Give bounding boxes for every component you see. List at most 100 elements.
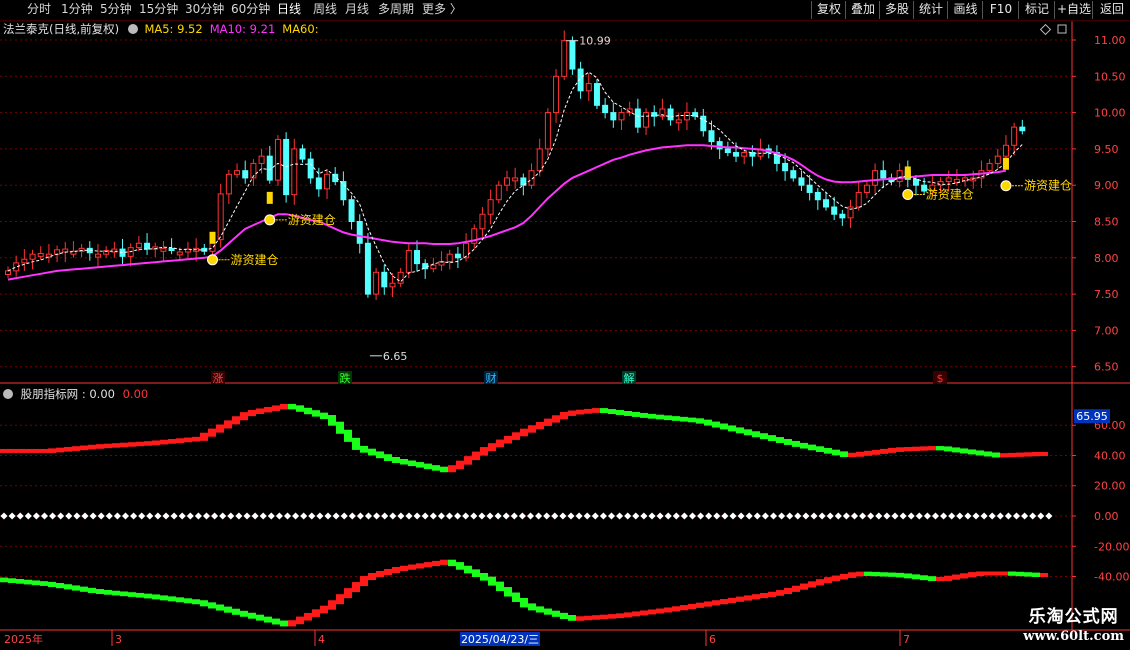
indicator-settings-icon[interactable] [3,389,13,399]
indicator-lower-ribbon [688,603,696,610]
money-bag-icon [1000,180,1012,192]
candle-body [610,112,617,121]
indicator-value-2: 0.00 [122,387,149,401]
zero-diamond [518,512,526,520]
zero-diamond [988,512,996,520]
indicator-upper-ribbon [416,462,424,468]
indicator-upper-ribbon [256,408,264,414]
indicator-upper-ribbon [760,433,768,440]
zero-diamond [883,512,891,520]
zero-diamond [632,512,640,520]
candle-body [5,270,11,275]
candle-body [274,138,281,181]
indicator-lower-ribbon [744,595,752,601]
indicator-lower-ribbon [696,602,704,608]
candle-body [479,213,486,230]
price-label-7: 7.50 [1094,288,1119,301]
indicator-upper-ribbon [832,449,840,456]
price-label-1: 10.50 [1094,70,1126,83]
date-m6: 6 [709,633,716,646]
money-bag-icon [207,254,218,266]
zero-diamond [437,512,445,520]
indicator-lower-ribbon [672,606,680,612]
indicator-lower-ribbon [880,572,888,577]
indicator-upper-ribbon [192,436,200,442]
indicator-lower-ribbon [376,570,384,578]
indicator-upper-ribbon [136,441,144,447]
indicator-upper-ribbon [632,411,640,417]
zero-diamond [535,512,543,520]
candle-body [733,152,740,157]
zero-diamond [624,512,632,520]
zero-diamond [948,512,956,520]
zero-diamond [300,512,308,520]
indicator-lower-ribbon [808,581,816,588]
zero-diamond [826,512,834,520]
indicator-lower-ribbon [336,594,344,605]
indicator-lower-ribbon [864,571,872,576]
indicator-lower-ribbon [416,563,424,569]
indicator-upper-ribbon [24,448,32,453]
signal-label-3: 游资建仓 [1024,179,1072,193]
zero-diamond [105,512,113,520]
indicator-upper-ribbon [80,445,88,451]
zero-diamond [778,512,786,520]
indicator-lower-ribbon [392,566,400,573]
zero-diamond [648,512,656,520]
candle-body [790,170,797,179]
indicator-lower-ribbon [1024,572,1032,577]
indicator-upper-ribbon [504,435,512,444]
indicator-lower-ribbon [264,616,272,623]
zero-diamond [397,512,405,520]
zero-diamond [559,512,567,520]
indicator-upper-ribbon [384,454,392,461]
zero-diamond [97,512,105,520]
indicator-lower-ribbon [704,601,712,607]
candle-body [986,162,993,172]
watermark: 乐淘公式网 www.60lt.com [1023,608,1124,646]
indicator-lower-ribbon [144,593,152,599]
zero-diamond [713,512,721,520]
zero-diamond [57,512,65,520]
candle-body [495,184,502,201]
indicator-upper-ribbon [368,448,376,456]
indicator-upper-ribbon [448,465,456,473]
indicator-upper-ribbon [808,444,816,451]
zero-diamond [656,512,664,520]
candle-body [953,178,960,183]
zero-diamond [607,512,616,520]
zero-diamond [8,512,16,520]
indicator-lower-ribbon [96,589,104,595]
indicator-lower-ribbon [832,575,840,582]
zero-diamond [616,512,624,520]
zero-diamond [1012,512,1021,520]
candle-body [234,170,241,175]
indicator-upper-ribbon [64,446,72,452]
candle-body [225,173,232,195]
indicator-lower-ribbon [288,620,296,627]
indicator-lower-ribbon [16,578,24,584]
indicator-upper-ribbon [944,446,952,452]
candle-body [675,119,682,124]
indicator-lower-ribbon [640,610,648,616]
indicator-upper-ribbon [640,412,648,418]
indicator-upper-ribbon [496,439,504,448]
indicator-lower-ribbon [928,576,936,582]
indicator-lower-ribbon [72,585,80,591]
candle-body [299,148,306,160]
candle-body [242,170,249,179]
candle-body [266,155,273,181]
indicator-upper-ribbon [96,444,104,449]
indicator-lower-ribbon [248,612,256,619]
indicator-lower-ribbon [1016,571,1024,577]
candle-body [724,148,731,154]
indicator-upper-ribbon [16,448,24,453]
indicator-lower-ribbon [1008,571,1016,576]
indicator-upper-ribbon [408,460,416,467]
indicator-lower-ribbon [240,610,248,617]
zero-diamond [413,512,421,520]
indicator-upper-ribbon [992,452,1000,458]
zero-diamond [1045,512,1053,520]
candle-body [798,177,805,186]
zero-diamond [915,512,923,520]
